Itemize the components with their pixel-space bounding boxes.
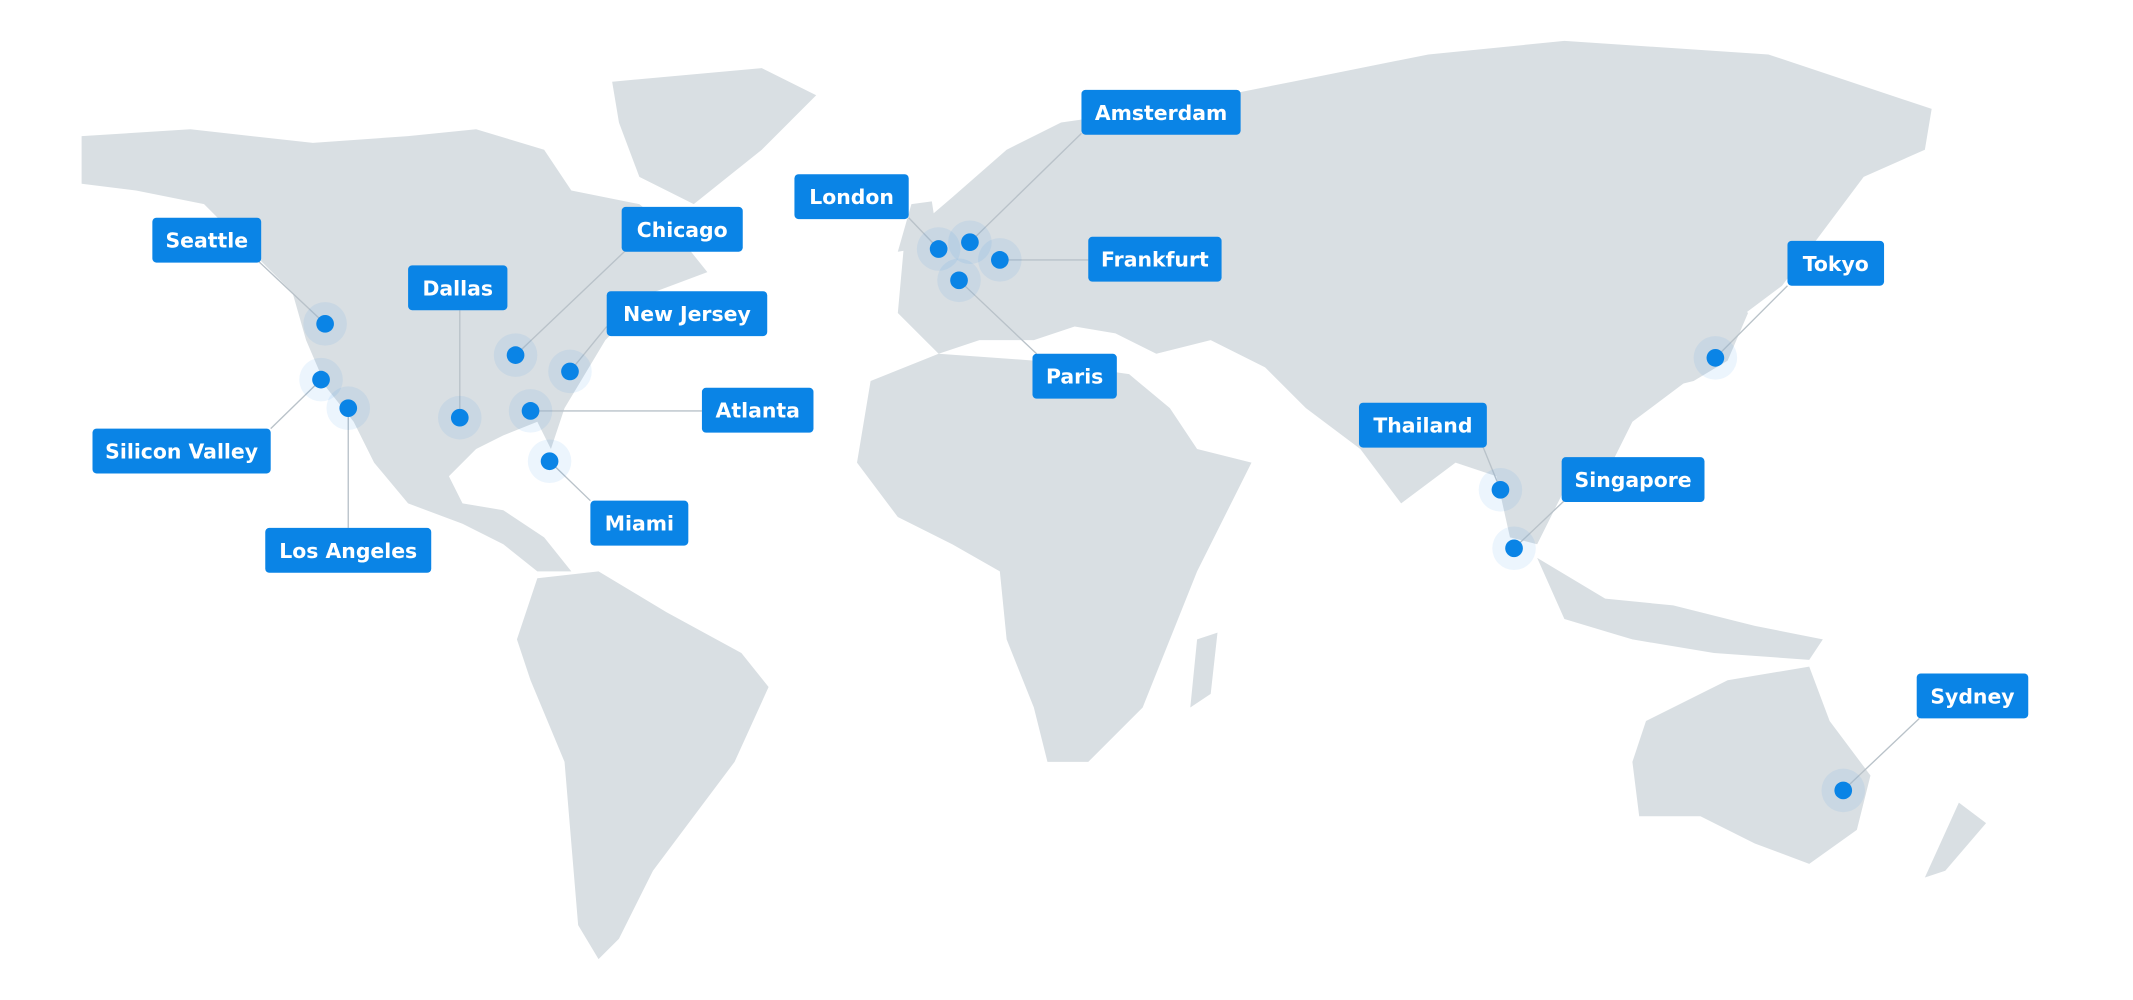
location-dot[interactable] [950, 271, 968, 290]
location-dot[interactable] [1834, 781, 1853, 800]
label-text: Seattle [165, 229, 248, 253]
label-text: Paris [1046, 365, 1103, 389]
location-dot[interactable] [1491, 480, 1510, 499]
label-text: Amsterdam [1095, 101, 1227, 125]
location-dot[interactable] [929, 240, 948, 258]
label-text: Silicon Valley [105, 440, 258, 464]
australia [1632, 666, 1871, 864]
location-label[interactable]: Silicon Valley [92, 428, 271, 474]
location-label[interactable]: Thailand [1358, 402, 1487, 448]
label-text: Chicago [637, 218, 728, 242]
marker-sydney[interactable]: Sydney [1821, 673, 2029, 813]
world-map: Seattle Silicon Valley Los Angeles Dallas Ch… [81, 40, 2029, 960]
location-dot[interactable] [1706, 349, 1725, 367]
greenland [612, 68, 817, 205]
marker-miami[interactable]: Miami [527, 439, 689, 546]
location-dot[interactable] [450, 408, 469, 427]
marker-silicon-valley[interactable]: Silicon Valley [92, 357, 343, 474]
location-label[interactable]: Paris [1032, 353, 1117, 399]
location-label[interactable]: Tokyo [1787, 240, 1885, 286]
south-america [516, 571, 769, 960]
location-label[interactable]: Seattle [152, 217, 262, 263]
label-text: Dallas [422, 276, 493, 300]
location-label[interactable]: Sydney [1916, 673, 2029, 719]
location-label[interactable]: Miami [590, 500, 689, 546]
new-zealand [1924, 802, 1987, 878]
location-dot[interactable] [961, 233, 979, 252]
indonesia [1537, 557, 1823, 660]
label-text: Atlanta [716, 399, 800, 423]
label-text: Singapore [1575, 468, 1692, 492]
location-label[interactable]: Singapore [1561, 457, 1705, 503]
location-label[interactable]: Frankfurt [1088, 236, 1222, 282]
location-dot[interactable] [506, 346, 525, 364]
location-dot[interactable] [312, 370, 330, 389]
location-label[interactable]: Atlanta [701, 387, 814, 433]
location-dot[interactable] [540, 452, 559, 471]
location-label[interactable]: Chicago [621, 206, 743, 252]
location-dot[interactable] [991, 251, 1009, 269]
location-label[interactable]: London [794, 174, 909, 220]
location-label[interactable]: Amsterdam [1081, 89, 1241, 135]
label-text: Los Angeles [279, 539, 417, 563]
location-dot[interactable] [316, 314, 334, 333]
label-text: New Jersey [623, 302, 751, 326]
label-text: Thailand [1373, 414, 1472, 438]
location-dot[interactable] [339, 399, 358, 418]
location-label[interactable]: Los Angeles [265, 527, 432, 573]
label-text: Tokyo [1803, 252, 1869, 276]
location-dot[interactable] [521, 402, 540, 420]
label-text: Miami [605, 512, 674, 536]
location-dot[interactable] [1505, 539, 1523, 558]
madagascar [1190, 632, 1218, 708]
location-label[interactable]: New Jersey [606, 291, 768, 337]
label-text: Frankfurt [1101, 248, 1209, 272]
location-dot[interactable] [561, 362, 579, 381]
label-text: London [809, 185, 894, 209]
location-label[interactable]: Dallas [408, 265, 508, 311]
label-text: Sydney [1930, 684, 2014, 708]
